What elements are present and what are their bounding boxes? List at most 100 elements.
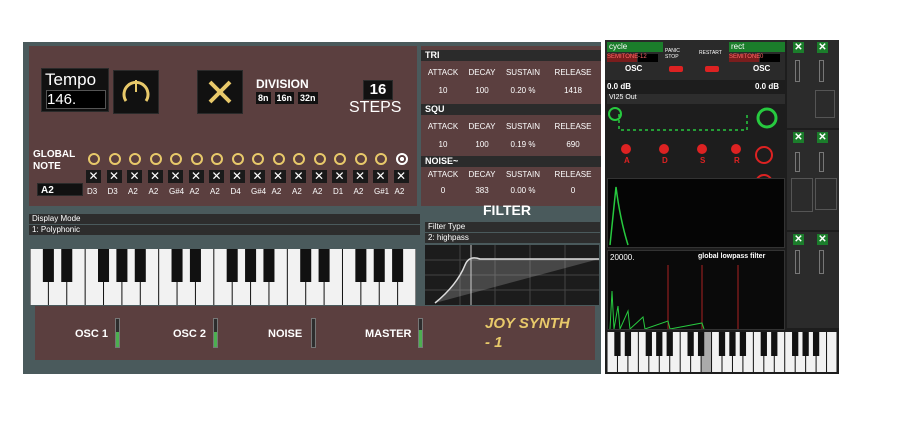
module-toggle-3[interactable]: ✕ [793,132,804,143]
tempo-knob[interactable] [113,70,159,114]
step-light[interactable] [190,153,203,165]
division-option-32n[interactable]: 32n [298,92,318,104]
step-toggle[interactable]: ✕ [127,170,142,183]
step-toggle[interactable]: ✕ [188,170,204,183]
attack-value[interactable]: 0 [423,186,463,195]
step-toggle[interactable]: ✕ [332,170,347,183]
step-toggle[interactable]: ✕ [229,170,245,183]
black-key[interactable] [355,249,367,282]
global-note-value[interactable]: A2 [37,183,83,196]
step-note[interactable]: D1 [333,187,343,196]
step-toggle[interactable]: ✕ [209,170,224,183]
step-note[interactable]: G#4 [169,187,184,196]
black-key[interactable] [802,332,809,356]
step-note[interactable]: A2 [395,187,405,196]
module-toggle-2[interactable]: ✕ [817,42,828,53]
black-key[interactable] [373,249,385,282]
black-key[interactable] [760,332,767,356]
adsr-r-knob[interactable] [731,144,741,154]
patch-keyboard[interactable] [607,332,837,372]
step-note[interactable]: D3 [108,187,118,196]
osc-right-semitone-value[interactable]: 0 [760,54,780,62]
black-key[interactable] [61,249,73,282]
black-key[interactable] [134,249,146,282]
step-light[interactable] [231,153,244,165]
piano-keys[interactable] [30,249,416,305]
step-note[interactable]: A2 [149,187,159,196]
step-light[interactable] [108,153,121,165]
piano-keyboard[interactable] [30,249,416,305]
step-light[interactable] [313,153,326,165]
black-key[interactable] [666,332,673,356]
black-key[interactable] [392,249,404,282]
module-meter-2[interactable] [819,60,824,82]
attack-value[interactable]: 10 [423,140,463,149]
division-option-8n[interactable]: 8n [256,92,271,104]
step-note[interactable]: G#4 [251,187,266,196]
panic-stop-button[interactable] [669,66,683,72]
decay-value[interactable]: 100 [465,86,499,95]
black-key[interactable] [171,249,183,282]
white-key[interactable] [827,332,837,372]
black-key[interactable] [645,332,652,356]
step-light[interactable] [334,153,346,165]
step-light[interactable] [354,153,367,165]
display-mode-dropdown[interactable]: 1: Polyphonic [29,225,420,235]
black-key[interactable] [697,332,705,356]
step-light[interactable] [272,153,285,165]
step-note[interactable]: A2 [190,187,200,196]
black-key[interactable] [729,332,736,356]
step-light[interactable] [375,153,387,165]
decay-value[interactable]: 383 [465,186,499,195]
filter-graph[interactable] [425,245,599,305]
step-toggle[interactable]: ✕ [311,170,327,183]
sustain-value[interactable]: 0.00 % [501,186,545,195]
step-note[interactable]: A2 [292,187,302,196]
module-toggle-1[interactable]: ✕ [793,42,804,53]
step-light[interactable] [149,153,162,165]
module-meter-4[interactable] [819,152,824,172]
sequencer-toggle-button[interactable] [197,70,243,114]
osc1-level-slider[interactable] [115,318,120,348]
step-toggle[interactable]: ✕ [352,170,368,183]
restart-button[interactable] [705,66,719,72]
black-key[interactable] [656,332,663,356]
module-meter-1[interactable] [795,60,800,82]
osc-left-semitone-value[interactable]: -12 [638,54,658,62]
adsr-d-knob[interactable] [659,144,669,154]
black-key[interactable] [718,332,726,356]
black-key[interactable] [226,249,238,282]
step-light[interactable] [170,153,182,165]
module-toggle-5[interactable]: ✕ [793,234,804,245]
module-meter-6[interactable] [819,250,824,274]
black-key[interactable] [792,332,799,356]
black-key[interactable] [739,332,747,356]
step-note[interactable]: A2 [354,187,364,196]
black-key[interactable] [263,249,275,282]
step-note[interactable]: A2 [128,187,138,196]
step-note[interactable]: A2 [313,187,323,196]
black-key[interactable] [687,332,694,356]
release-value[interactable]: 0 [549,186,597,195]
step-light[interactable] [129,153,141,165]
adsr-s-knob[interactable] [697,144,707,154]
module-meter-5[interactable] [795,250,800,274]
step-light[interactable] [293,153,305,165]
step-light[interactable] [252,153,264,165]
tempo-box[interactable]: Tempo 146. [41,68,109,112]
filter-freq-value[interactable]: 20000. [610,253,634,262]
steps-value[interactable]: 16 [363,80,393,100]
sustain-value[interactable]: 0.19 % [501,140,545,149]
attack-value[interactable]: 10 [423,86,463,95]
black-key[interactable] [771,332,778,356]
step-toggle[interactable]: ✕ [147,170,163,183]
patch-keyboard-keys[interactable] [607,332,837,372]
step-light[interactable] [211,153,223,165]
step-toggle[interactable]: ✕ [250,170,265,183]
black-key[interactable] [812,332,820,356]
step-toggle[interactable]: ✕ [86,170,101,183]
module-meter-3[interactable] [795,152,800,172]
lowpass-display[interactable]: 20000. global lowpass filter [607,250,785,331]
step-toggle[interactable]: ✕ [270,170,286,183]
step-light[interactable] [88,153,100,165]
